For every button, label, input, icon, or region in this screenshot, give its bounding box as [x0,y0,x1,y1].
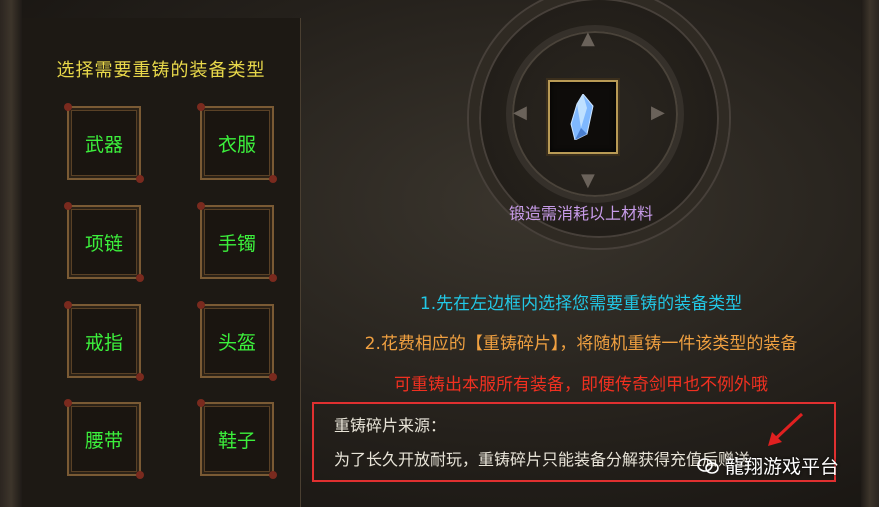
slot-clothes[interactable]: 衣服 [197,103,277,183]
slot-ring[interactable]: 戒指 [64,301,144,381]
slot-necklace[interactable]: 项链 [64,202,144,282]
game-window: 选择需要重铸的装备类型 武器 衣服 项链 手镯 戒指 头盔 腰带 鞋子 ▲ ▼ … [0,0,879,507]
source-title: 重铸碎片来源： [334,416,447,435]
panel-title: 选择需要重铸的装备类型 [56,60,266,81]
frame-border-left [0,0,22,507]
instruction-step-2: 2.花费相应的【重铸碎片】，将随机重铸一件该类型的装备 [364,334,798,354]
frame-border-right [861,0,879,507]
material-hint: 锻造需消耗以上材料 [508,204,653,223]
wechat-icon [697,457,719,474]
slot-weapon[interactable]: 武器 [64,103,144,183]
spike-icon: ▲ [581,28,595,49]
watermark-text: 龍翔游戏平台 [725,456,840,478]
spike-icon: ▶ [651,102,665,123]
instruction-note: 可重铸出本服所有装备，即便传奇剑甲也不例外哦 [394,375,768,395]
slot-helmet[interactable]: 头盔 [197,301,277,381]
equipment-type-panel: 选择需要重铸的装备类型 武器 衣服 项链 手镯 戒指 头盔 腰带 鞋子 [22,18,301,507]
slot-bracelet[interactable]: 手镯 [197,202,277,282]
instruction-step-1: 1.先在左边框内选择您需要重铸的装备类型 [419,294,743,314]
spike-icon: ▼ [581,170,595,191]
slot-shoes[interactable]: 鞋子 [197,399,277,479]
watermark: 龍翔游戏平台 [697,452,839,479]
slot-belt[interactable]: 腰带 [64,399,144,479]
spike-icon: ◀ [513,102,527,123]
source-text: 为了长久开放耐玩，重铸碎片只能装备分解获得充值后赠送 [334,450,751,469]
crystal-shard-icon [570,94,594,140]
pointer-arrow-icon [768,412,804,446]
